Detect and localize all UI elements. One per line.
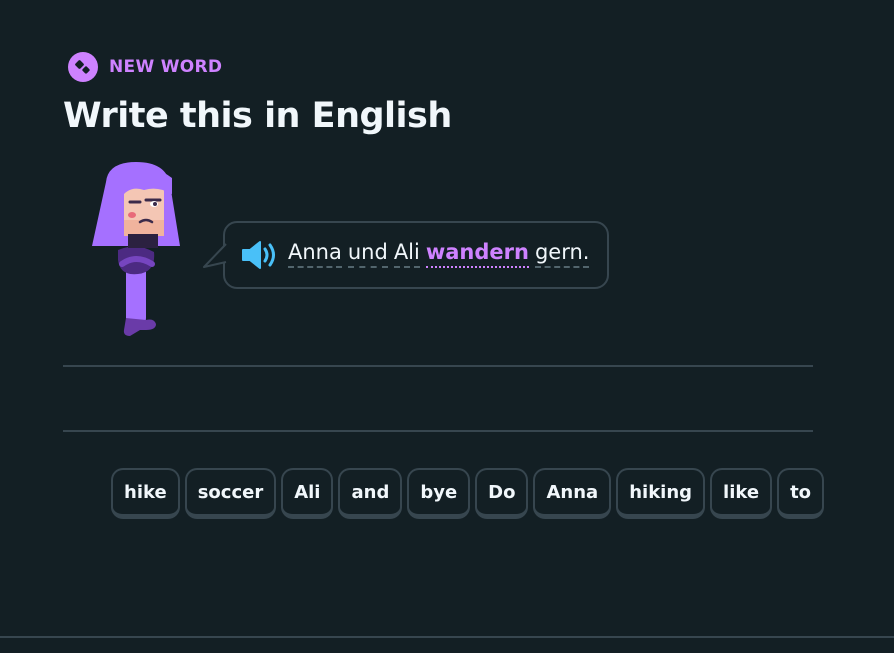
word-chip-and[interactable]: and	[338, 468, 403, 519]
word-chip-hiking[interactable]: hiking	[616, 468, 706, 519]
word-chip-soccer[interactable]: soccer	[184, 468, 277, 519]
word-chip-anna[interactable]: Anna	[533, 468, 612, 519]
speaker-icon[interactable]	[241, 240, 279, 270]
word-chip-hike[interactable]: hike	[111, 468, 180, 519]
speech-bubble-tail	[203, 243, 227, 268]
prompt-word[interactable]: gern.	[534, 240, 590, 268]
character-illustration	[92, 162, 180, 336]
word-chip-ali[interactable]: Ali	[281, 468, 334, 519]
prompt-word[interactable]: und	[347, 240, 388, 268]
word-chip-do[interactable]: Do	[475, 468, 529, 519]
answer-line-1	[63, 365, 813, 367]
prompt-word[interactable]: Anna	[288, 240, 342, 268]
word-chip-bye[interactable]: bye	[407, 468, 471, 519]
answer-line-2	[63, 430, 813, 432]
new-word-icon	[68, 52, 98, 82]
footer-divider	[0, 636, 894, 638]
word-bank: hike soccer Ali and bye Do Anna hiking l…	[111, 468, 825, 519]
prompt-word[interactable]: Ali	[393, 240, 420, 268]
word-chip-like[interactable]: like	[710, 468, 773, 519]
prompt-word-new[interactable]: wandern	[425, 240, 529, 268]
prompt-sentence: Anna und Ali wandern gern.	[288, 240, 590, 268]
new-word-badge: NEW WORD	[68, 52, 222, 82]
word-chip-to[interactable]: to	[777, 468, 825, 519]
badge-label: NEW WORD	[109, 57, 223, 77]
page-title: Write this in English	[63, 96, 452, 136]
